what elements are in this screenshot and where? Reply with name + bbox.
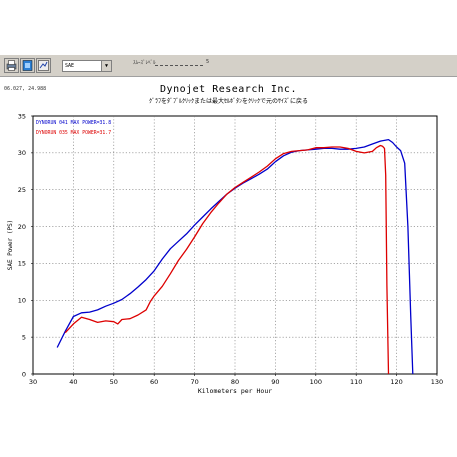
x-tick-label: 130 [431,378,443,386]
y-tick-label: 15 [18,260,26,268]
y-axis-label: SAE Power (PS) [7,220,14,271]
y-tick-label: 25 [18,186,26,194]
x-tick-label: 40 [69,378,77,386]
x-tick-label: 120 [390,378,402,386]
legend-entry-2: DYNORUN 035 MAX POWER=31.7 [36,130,111,136]
dyno-chart[interactable]: 30 40 50 60 70 80 90 100 110 120 130 0 5 10 15 20 25 30 35… [0,0,457,457]
x-tick-label: 50 [110,378,118,386]
x-axis-label: Kilometers per Hour [198,387,272,395]
y-tick-label: 5 [22,333,26,341]
x-tick-label: 90 [271,378,279,386]
x-tick-label: 30 [29,378,37,386]
x-tick-label: 100 [310,378,322,386]
x-tick-label: 110 [350,378,362,386]
x-tick-label: 80 [231,378,239,386]
x-tick-label: 60 [150,378,158,386]
y-tick-label: 30 [18,149,26,157]
y-tick-label: 35 [18,112,26,120]
y-tick-label: 0 [22,370,26,378]
legend-entry-1: DYNORUN 041 MAX POWER=31.8 [36,120,111,126]
y-tick-label: 20 [18,223,26,231]
y-tick-label: 10 [18,297,26,305]
x-tick-label: 70 [190,378,198,386]
